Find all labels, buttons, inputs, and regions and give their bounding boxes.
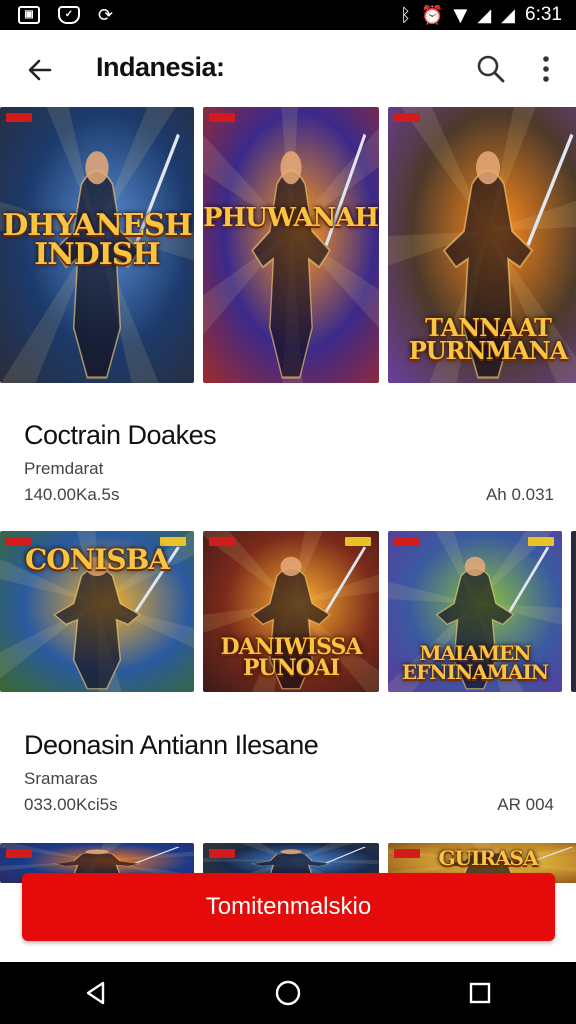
signal-icon: ◢: [477, 4, 492, 26]
game-card[interactable]: DHYANESH INDISH: [0, 107, 194, 383]
sync-icon: ⟳: [98, 4, 114, 26]
game-row: DHYANESH INDISH PHUWANAHN TANNAAT PURNMA…: [0, 107, 576, 383]
meta-left: 033.00Kci5s: [24, 795, 118, 814]
game-card[interactable]: MAIAMEN EFNINAMAIN: [388, 531, 562, 692]
card-logo-text: PHUWANAHN: [203, 203, 379, 233]
card-badge: [394, 113, 420, 122]
wifi-icon: ▼: [453, 4, 468, 26]
meta-right: Ah 0.031: [485, 485, 554, 504]
card-logo-text: GUIRASA: [438, 846, 539, 870]
section-meta: 140.00Ka.5s Ah 0.031: [24, 485, 554, 505]
bluetooth-icon: ᛒ: [400, 4, 412, 26]
card-badge: [209, 849, 235, 858]
card-badge: [345, 537, 371, 546]
section-info[interactable]: Deonasin Antiann Ilesane Sramaras 033.00…: [24, 730, 554, 815]
game-card[interactable]: TANNAAT PURNMANA: [388, 107, 576, 383]
section-meta: 033.00Kci5s AR 004: [24, 795, 554, 815]
sword: [324, 546, 367, 613]
section-title: Coctrain Doakes: [24, 420, 217, 450]
card-badge: [394, 537, 420, 546]
hero-head: [464, 556, 486, 577]
meta-left: 140.00Ka.5s: [24, 485, 120, 504]
more-vert-icon[interactable]: [534, 52, 558, 86]
image-icon: ▣: [18, 6, 40, 24]
section-subtitle: Premdarat: [24, 459, 104, 478]
alarm-icon: ⏰: [421, 4, 444, 26]
primary-action-button[interactable]: Tomitenmalskio: [22, 873, 555, 941]
card-badge: [6, 113, 32, 122]
app-bar: Indanesia:: [0, 30, 576, 108]
game-card[interactable]: [571, 531, 576, 692]
search-icon[interactable]: [474, 52, 508, 86]
page-title: Indanesia:: [96, 52, 225, 82]
hero-head: [280, 849, 302, 855]
hero-head: [476, 151, 500, 185]
card-badge: [209, 113, 235, 122]
card-logo-text: TANNAAT PURNMANA: [408, 313, 569, 365]
signal-icon: ◢: [501, 4, 516, 26]
nav-back-icon[interactable]: [72, 969, 120, 1017]
card-logo-text: DANIWISSA PUNOAI: [220, 634, 363, 681]
section-subtitle: Sramaras: [24, 769, 98, 788]
card-badge: [528, 537, 554, 546]
card-badge: [6, 849, 32, 858]
nav-recents-icon[interactable]: [456, 969, 504, 1017]
card-logo-text: CONISBA: [25, 543, 170, 576]
game-card[interactable]: PHUWANAHN: [203, 107, 379, 383]
status-bar: ▣ ✓ ⟳ ᛒ ⏰ ▼ ◢ ◢ 6:31: [0, 0, 576, 30]
hero-head: [85, 151, 109, 185]
hero-head: [85, 849, 109, 855]
game-card[interactable]: DANIWISSA PUNOAI: [203, 531, 379, 692]
hero-head: [280, 556, 302, 577]
card-logo-text: DHYANESH INDISH: [2, 208, 192, 272]
system-nav-bar: [0, 962, 576, 1024]
back-arrow-icon[interactable]: [24, 54, 56, 86]
section-title: Deonasin Antiann Ilesane: [24, 730, 319, 760]
game-row: CONISBA DANIWISSA PUNOAI MAIAMEN EFNINAM…: [0, 531, 576, 692]
card-artwork: [203, 107, 379, 383]
hero-head: [280, 151, 302, 185]
meta-right: AR 004: [497, 795, 554, 814]
section-info[interactable]: Coctrain Doakes Premdarat 140.00Ka.5s Ah…: [24, 420, 554, 505]
card-logo-text: MAIAMEN EFNINAMAIN: [401, 641, 549, 684]
clock: 6:31: [525, 4, 562, 25]
nav-home-icon[interactable]: [264, 969, 312, 1017]
card-badge: [209, 537, 235, 546]
sword: [526, 133, 574, 247]
game-card[interactable]: CONISBA: [0, 531, 194, 692]
shield-icon: ✓: [58, 6, 80, 24]
